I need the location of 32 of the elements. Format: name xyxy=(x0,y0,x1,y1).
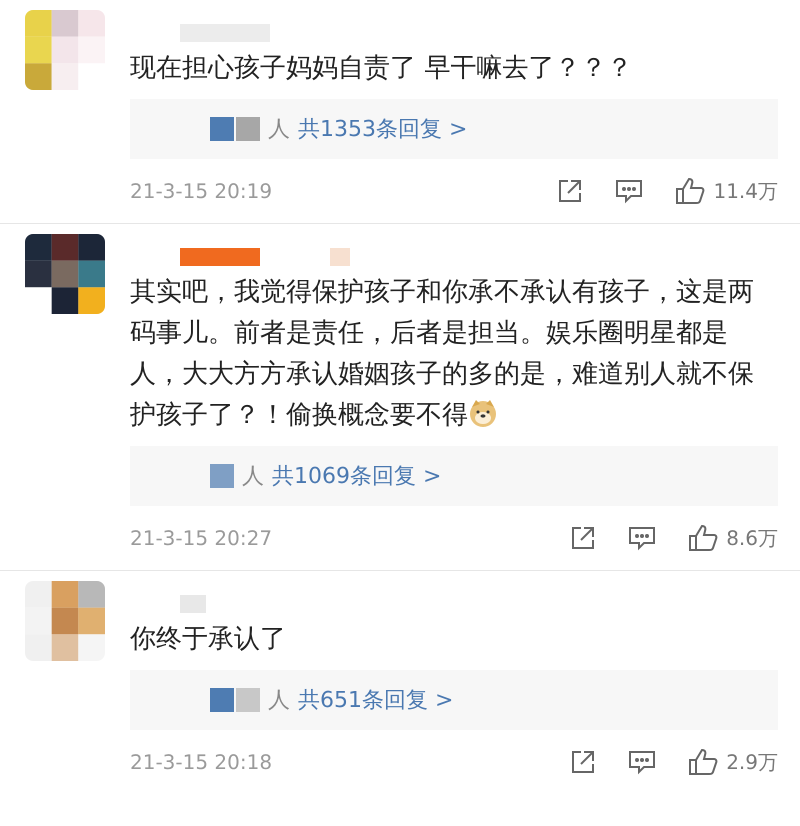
comment-text: 你终于承认了 xyxy=(130,623,287,656)
share-icon[interactable] xyxy=(557,178,584,204)
reply-suffix: 人 xyxy=(242,463,264,491)
thumbs-up-icon[interactable] xyxy=(688,524,718,552)
comment-icon[interactable] xyxy=(628,525,656,551)
comment-text: 现在担心孩子妈妈自责了 早干嘛去了？？？ xyxy=(130,52,634,85)
like-count: 8.6万 xyxy=(726,524,778,552)
reply-count-link[interactable]: 共1069条回复 > xyxy=(272,461,442,491)
comment-icon[interactable] xyxy=(628,749,656,775)
reply-count-link[interactable]: 共651条回复 > xyxy=(298,685,454,715)
comment-text: 其实吧，我觉得保护孩子和你承不承认有孩子，这是两码事儿。前者是责任，后者是担当。娱乐圈明星都是人，大大方方承认婚姻孩子的多的是，难道别人就不保护孩子了？！偷换概念要不得 xyxy=(130,276,755,432)
thumbs-up-icon[interactable] xyxy=(675,177,706,205)
reply-preview[interactable]: 人 共1353条回复 > xyxy=(130,99,778,159)
dog-emoji-icon xyxy=(468,398,498,428)
like-count: 11.4万 xyxy=(713,178,778,204)
share-icon[interactable] xyxy=(570,749,596,775)
redacted-name-drawing xyxy=(210,464,234,488)
timestamp: 21-3-15 20:18 xyxy=(130,750,272,774)
reply-suffix: 人 xyxy=(268,116,290,144)
like-count: 2.9万 xyxy=(726,748,778,776)
reply-preview[interactable]: 人 共1069条回复 > xyxy=(130,446,778,506)
reply-suffix: 人 xyxy=(268,687,290,715)
reply-preview[interactable]: 人 共651条回复 > xyxy=(130,670,778,730)
comment-icon[interactable] xyxy=(615,178,644,204)
redacted-name-drawing xyxy=(210,117,260,141)
avatar[interactable] xyxy=(25,234,105,314)
timestamp: 21-3-15 20:27 xyxy=(130,526,272,550)
share-icon[interactable] xyxy=(570,525,596,551)
redacted-name-drawing xyxy=(210,688,260,712)
timestamp: 21-3-15 20:19 xyxy=(130,179,272,203)
thumbs-up-icon[interactable] xyxy=(688,748,718,776)
reply-count-link[interactable]: 共1353条回复 > xyxy=(298,114,468,144)
